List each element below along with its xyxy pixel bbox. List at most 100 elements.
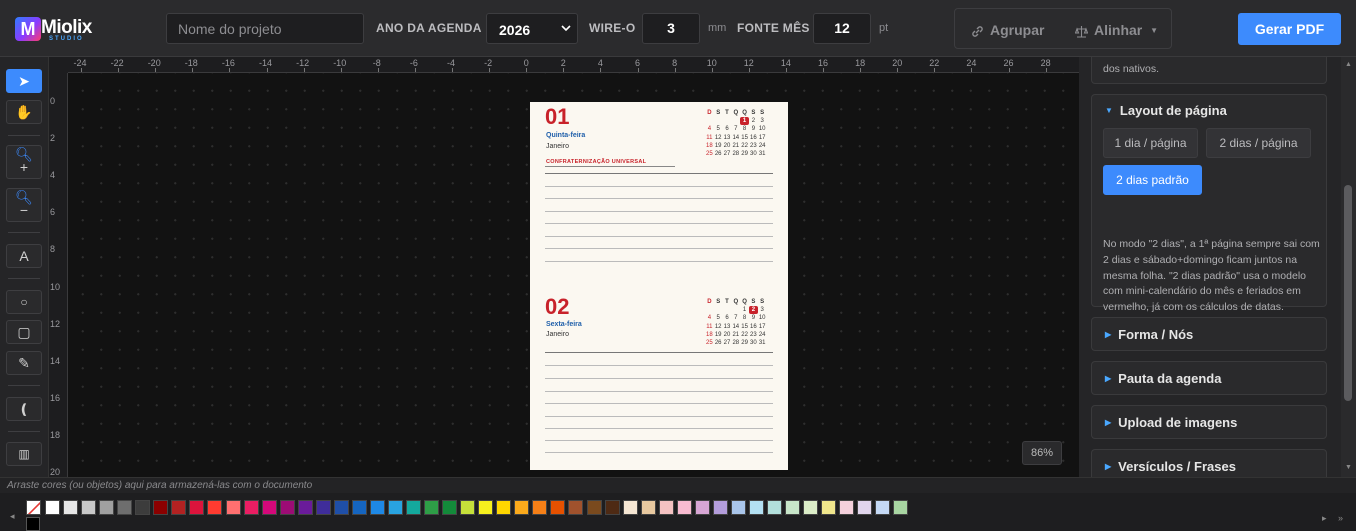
color-swatch[interactable] xyxy=(171,500,187,515)
rect-tool[interactable]: ▢ xyxy=(6,320,42,344)
color-swatch[interactable] xyxy=(839,500,855,515)
zoom-indicator[interactable]: 86% xyxy=(1022,441,1062,465)
color-swatch[interactable] xyxy=(225,500,241,515)
text-tool[interactable]: A xyxy=(6,244,42,268)
option-2-dias-padrao[interactable]: 2 dias padrão xyxy=(1103,165,1202,195)
color-swatch[interactable] xyxy=(81,500,97,515)
color-swatch[interactable] xyxy=(514,500,530,515)
stroke-color-swatch[interactable] xyxy=(26,517,40,531)
mini-calendar: D S T Q Q S S 1 2 3 4 5 6 7 8 9 10 11 12 13 14 15 16 17 18 19 20 21… xyxy=(705,298,767,347)
color-swatch[interactable] xyxy=(694,500,710,515)
color-swatch[interactable] xyxy=(45,500,60,515)
ruler-tick-label: 10 xyxy=(50,281,61,292)
color-swatch[interactable] xyxy=(658,500,674,515)
color-swatch[interactable] xyxy=(676,500,692,515)
color-swatch[interactable] xyxy=(821,500,837,515)
color-swatch[interactable] xyxy=(622,500,638,515)
ruled-line xyxy=(545,452,773,453)
calendar-weekday: D xyxy=(707,299,712,305)
color-swatch[interactable] xyxy=(460,500,476,515)
sidebar-scrollbar[interactable]: ▲ ▼ xyxy=(1341,57,1356,477)
month-label: Janeiro xyxy=(546,331,569,338)
color-swatch[interactable] xyxy=(243,500,259,515)
ruled-line xyxy=(545,223,773,224)
color-swatch[interactable] xyxy=(550,500,566,515)
calendar-day: 15 xyxy=(741,134,748,141)
color-swatch[interactable] xyxy=(568,500,584,515)
pen-tool[interactable]: ✎ xyxy=(6,351,42,375)
year-select[interactable]: 2026 xyxy=(486,13,578,44)
curve-tool[interactable]: ❪ xyxy=(6,397,42,421)
color-swatch[interactable] xyxy=(532,500,548,515)
select-tool[interactable]: ➤ xyxy=(6,69,42,93)
project-name-input[interactable] xyxy=(166,13,364,44)
scroll-up-icon[interactable]: ▲ xyxy=(1345,61,1352,68)
calendar-day: 16 xyxy=(750,134,757,141)
option-2-dias[interactable]: 2 dias / página xyxy=(1206,128,1311,158)
color-swatch[interactable] xyxy=(586,500,602,515)
color-swatch[interactable] xyxy=(767,500,782,515)
layout-panel-header[interactable]: ▼ Layout de página xyxy=(1105,103,1227,118)
upload-panel[interactable]: ▶ Upload de imagens xyxy=(1091,405,1327,439)
color-swatch[interactable] xyxy=(785,500,801,515)
calendar-weekday: S xyxy=(716,110,721,116)
calendar-weekday: Q xyxy=(733,110,739,116)
ruler-tick-mark xyxy=(81,68,82,72)
align-button[interactable]: Alinhar ▼ xyxy=(1074,22,1158,38)
color-swatch[interactable] xyxy=(857,500,873,515)
no-color-swatch[interactable] xyxy=(26,500,41,515)
color-swatch[interactable] xyxy=(406,500,421,515)
color-swatch[interactable] xyxy=(135,500,151,515)
zoom-out-tool[interactable]: 🔍︎ − xyxy=(6,188,42,222)
ruler-tick-label: 6 xyxy=(50,207,56,218)
color-swatch[interactable] xyxy=(117,500,133,515)
trash-tool[interactable]: ▥ xyxy=(6,442,42,466)
font-month-input[interactable]: 12 xyxy=(813,13,871,44)
color-swatch[interactable] xyxy=(875,500,891,515)
color-swatch[interactable] xyxy=(442,500,458,515)
color-swatch[interactable] xyxy=(153,500,169,515)
color-swatch[interactable] xyxy=(424,500,440,515)
layout-panel: ▼ Layout de página 1 dia / página 2 dias … xyxy=(1091,94,1327,313)
color-swatch[interactable] xyxy=(604,500,620,515)
wireo-input[interactable]: 3 xyxy=(642,13,700,44)
calendar-day: 16 xyxy=(750,323,757,330)
option-1-dia[interactable]: 1 dia / página xyxy=(1103,128,1198,158)
color-swatch[interactable] xyxy=(351,500,367,515)
hand-tool[interactable]: ✋ xyxy=(6,100,42,124)
scrollbar-thumb[interactable] xyxy=(1344,185,1352,401)
color-swatch[interactable] xyxy=(297,500,313,515)
color-swatch[interactable] xyxy=(478,500,494,515)
color-swatch[interactable] xyxy=(261,500,277,515)
color-swatch[interactable] xyxy=(189,500,205,515)
color-swatch[interactable] xyxy=(730,500,746,515)
versiculos-panel[interactable]: ▶ Versículos / Frases xyxy=(1091,449,1327,477)
color-swatch[interactable] xyxy=(279,500,295,515)
color-swatch[interactable] xyxy=(369,500,385,515)
generate-pdf-button[interactable]: Gerar PDF xyxy=(1238,13,1341,45)
palette-right-arrow-icon[interactable]: ▸ xyxy=(1322,513,1327,524)
ruler-tick-label: 2 xyxy=(50,133,56,144)
palette-left-arrow-icon[interactable]: ◂ xyxy=(10,511,15,522)
ruler-tick-mark xyxy=(674,68,676,72)
color-swatch[interactable] xyxy=(496,500,512,515)
palette-end-arrow-icon[interactable]: » xyxy=(1338,513,1343,523)
color-swatch[interactable] xyxy=(387,500,403,515)
color-swatch[interactable] xyxy=(333,500,349,515)
scroll-down-icon[interactable]: ▼ xyxy=(1345,464,1352,471)
color-swatch[interactable] xyxy=(207,500,223,515)
group-button[interactable]: Agrupar xyxy=(971,22,1044,38)
color-swatch[interactable] xyxy=(893,500,909,515)
circle-tool[interactable]: ○ xyxy=(6,290,42,314)
color-swatch[interactable] xyxy=(99,500,115,515)
color-swatch[interactable] xyxy=(315,500,331,515)
color-swatch[interactable] xyxy=(748,500,764,515)
pauta-panel[interactable]: ▶ Pauta da agenda xyxy=(1091,361,1327,395)
color-swatch[interactable] xyxy=(63,500,79,515)
color-swatch[interactable] xyxy=(640,500,656,515)
color-swatch[interactable] xyxy=(803,500,819,515)
color-swatch[interactable] xyxy=(712,500,728,515)
zoom-in-tool[interactable]: 🔍︎ + xyxy=(6,145,42,179)
forma-panel[interactable]: ▶ Forma / Nós xyxy=(1091,317,1327,351)
calendar-day: 10 xyxy=(758,315,766,322)
